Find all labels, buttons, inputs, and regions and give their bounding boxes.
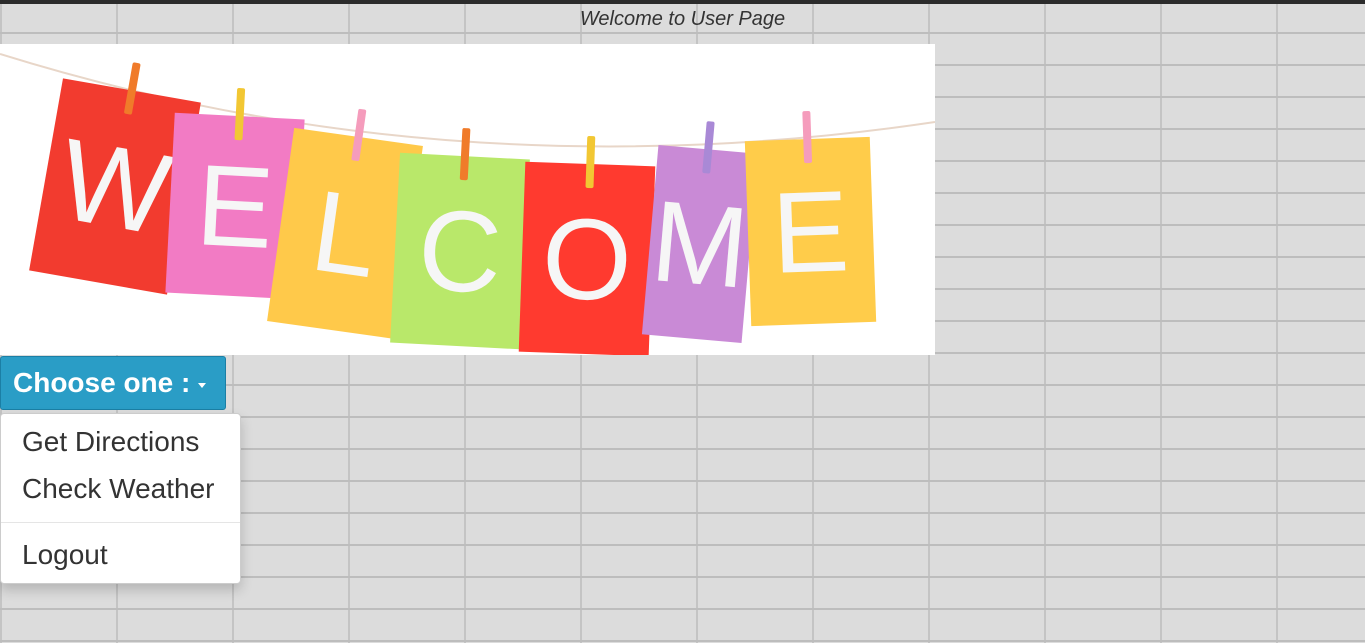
banner-letter: E	[770, 167, 851, 298]
banner-flag: C	[390, 128, 530, 350]
banner-flag: M	[641, 121, 759, 343]
caret-down-icon	[198, 382, 207, 388]
banner-flag: O	[518, 136, 656, 355]
welcome-banner-graphic: WELCOME	[0, 53, 935, 355]
banner-flag: E	[744, 111, 877, 327]
menu-item-get-directions[interactable]: Get Directions	[1, 420, 240, 464]
banner-letter: W	[50, 115, 180, 260]
welcome-banner: WELCOME	[0, 44, 935, 355]
banner-letter: C	[415, 186, 505, 318]
menu-divider	[1, 522, 240, 523]
banner-letter: M	[647, 177, 754, 313]
dropdown-label: Choose one :	[13, 367, 191, 398]
top-bar	[0, 0, 1365, 4]
menu-item-logout[interactable]: Logout	[1, 533, 240, 577]
banner-letter: E	[193, 141, 276, 273]
menu-item-check-weather[interactable]: Check Weather	[1, 467, 240, 511]
choose-one-dropdown-button[interactable]: Choose one :	[0, 356, 226, 410]
banner-letter: O	[540, 194, 634, 325]
dropdown-menu: Get Directions Check Weather Logout	[0, 413, 241, 584]
page-title: Welcome to User Page	[579, 8, 786, 30]
